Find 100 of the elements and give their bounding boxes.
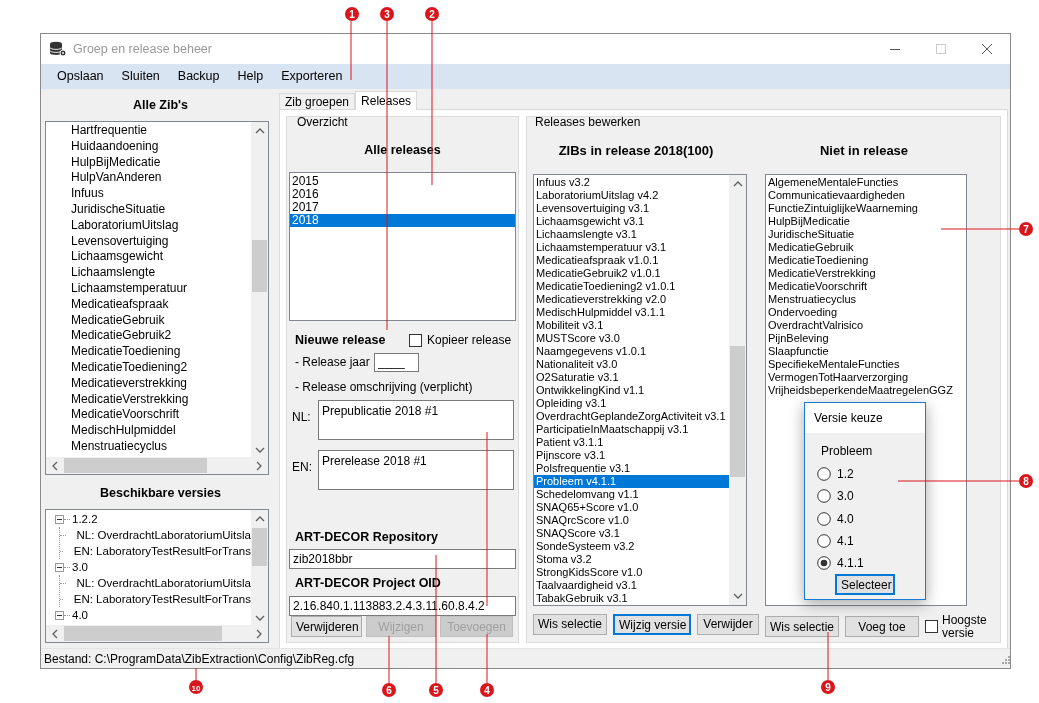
chevron-up-icon[interactable] <box>254 515 265 523</box>
list-item[interactable]: Medicatieverstrekking <box>46 375 251 392</box>
tree-node[interactable]: 4.0 <box>72 607 88 623</box>
list-item[interactable]: MedicatieToediening <box>766 253 966 267</box>
select-button[interactable]: Selecteer <box>835 574 895 595</box>
radio-label[interactable]: 4.1 <box>837 531 854 550</box>
button[interactable]: Verwijderen <box>291 616 362 637</box>
list-item[interactable]: 2017 <box>290 200 515 214</box>
list-item[interactable]: VrijheidsbeperkendeMaatregelenGGZ <box>766 383 966 397</box>
list-item[interactable]: Lichaamstemperatuur <box>46 280 251 297</box>
list-item[interactable]: MedicatieVoorschrift <box>766 279 966 293</box>
list-item[interactable]: VermogenTotHaarverzorging <box>766 370 966 384</box>
list-item[interactable]: Opleiding v3.1 <box>534 396 729 410</box>
list-item[interactable]: MedicatieToediening2 v1.0.1 <box>534 279 729 293</box>
scrollbar-thumb[interactable] <box>252 240 267 292</box>
list-item[interactable]: 2016 <box>290 187 515 201</box>
list-item[interactable]: Ondervoeding <box>766 305 966 319</box>
tree-node[interactable]: EN: LaboratoryTestResultForTrans <box>73 543 251 559</box>
list-item[interactable]: Mobiliteit v3.1 <box>534 318 729 332</box>
list-item[interactable]: Lichaamsgewicht <box>46 249 251 266</box>
vertical-scrollbar[interactable] <box>251 122 268 459</box>
list-item[interactable]: MedicatieVerstrekking <box>46 391 251 408</box>
menu-item[interactable]: Help <box>228 67 273 86</box>
chevron-left-icon[interactable] <box>51 628 59 639</box>
list-item[interactable]: MedicatieGebruik2 <box>46 328 251 345</box>
list-item[interactable]: LaboratoriumUitslag v4.2 <box>534 188 729 202</box>
list-item[interactable]: Huidaandoening <box>46 138 251 155</box>
collapse-icon[interactable] <box>55 514 64 524</box>
tab[interactable]: Releases <box>355 91 418 110</box>
radio-button[interactable] <box>817 533 831 548</box>
horizontal-scrollbar[interactable] <box>46 457 268 474</box>
list-item[interactable]: MedicatieGebruik <box>46 312 251 329</box>
checkbox-label[interactable]: Kopieer release <box>427 331 512 350</box>
list-item[interactable]: Pijnscore v3.1 <box>534 448 729 462</box>
list-item[interactable]: MUSTScore v3.0 <box>534 331 729 345</box>
zib-list[interactable] <box>45 121 269 475</box>
menu-item[interactable]: Backup <box>168 67 229 86</box>
checkbox[interactable] <box>925 620 938 633</box>
list-item[interactable]: JuridischeSituatie <box>766 227 966 241</box>
list-item[interactable]: SNAQrcScore v1.0 <box>534 513 729 527</box>
list-item[interactable]: HulpBijMedicatie <box>766 214 966 228</box>
list-item[interactable]: Polsfrequentie v3.1 <box>534 461 729 475</box>
horizontal-scrollbar[interactable] <box>46 625 268 642</box>
list-item[interactable]: OverdrachtValrisico <box>766 318 966 332</box>
tree-node[interactable]: 1.2.2 <box>72 511 98 527</box>
radio-button[interactable] <box>817 489 831 504</box>
list-item[interactable]: 2018 <box>290 213 515 227</box>
list-item[interactable]: Infuus <box>46 186 251 202</box>
chevron-right-icon[interactable] <box>255 460 263 471</box>
list-item[interactable]: Naamgegevens v1.0.1 <box>534 344 729 358</box>
version-tree[interactable]: 1.2.2 NL: OverdrachtLaboratoriumUitsla EN: LaboratoryTestResultForTrans 3.0 NL: OverdrachtLaboratoriumUitsla EN: LaboratoryTestResultForTrans 4.0 <box>45 509 269 643</box>
collapse-icon[interactable] <box>55 610 64 620</box>
list-item[interactable]: Communicatievaardigheden <box>766 188 966 202</box>
list-item[interactable]: Medicatieafspraak <box>46 296 251 313</box>
list-item[interactable]: MedicatieVerstrekking <box>766 266 966 280</box>
list-item[interactable]: OntwikkelingKind v1.1 <box>534 383 729 397</box>
resize-grip-icon[interactable] <box>1000 653 1010 664</box>
list-item[interactable]: O2Saturatie v3.1 <box>534 370 729 384</box>
scrollbar-thumb[interactable] <box>64 626 222 641</box>
chevron-up-icon[interactable] <box>254 127 265 135</box>
repository-field[interactable]: zib2018bbr <box>289 549 516 570</box>
list-item[interactable]: StrongKidsScore v1.0 <box>534 565 729 579</box>
list-item[interactable]: SpecifiekeMentaleFuncties <box>766 357 966 371</box>
scrollbar-thumb[interactable] <box>252 528 267 566</box>
list-item[interactable]: JuridischeSituatie <box>46 202 251 218</box>
zib-release-list[interactable] <box>533 173 747 606</box>
list-item[interactable]: Probleem v4.1.1 <box>534 474 729 488</box>
list-item[interactable]: Stoma v3.2 <box>534 552 729 566</box>
list-item[interactable]: 2015 <box>290 174 515 188</box>
menu-item[interactable]: Opslaan <box>48 67 113 86</box>
vertical-scrollbar[interactable] <box>251 510 268 627</box>
tab[interactable]: Zib groepen <box>279 93 356 109</box>
list-item[interactable]: MedischHulpmiddel <box>46 423 251 439</box>
list-item[interactable]: Levensovertuiging <box>46 233 251 250</box>
radio-label[interactable]: 3.0 <box>837 487 854 506</box>
list-item[interactable]: PijnBeleving <box>766 331 966 345</box>
list-item[interactable]: Medicatieafspraak v1.0.1 <box>534 253 729 267</box>
list-item[interactable]: Lichaamstemperatuur v3.1 <box>534 240 729 254</box>
radio-label[interactable]: 4.0 <box>837 509 854 528</box>
list-item[interactable]: Taalvaardigheid v3.1 <box>534 578 729 592</box>
chevron-right-icon[interactable] <box>255 628 263 639</box>
list-item[interactable]: Patient v3.1.1 <box>534 435 729 449</box>
list-item[interactable]: Lichaamslengte <box>46 265 251 281</box>
list-item[interactable]: Schedelomvang v1.1 <box>534 487 729 501</box>
list-item[interactable]: Levensovertuiging v3.1 <box>534 201 729 215</box>
radio-button[interactable] <box>817 511 831 526</box>
list-item[interactable]: Slaapfunctie <box>766 344 966 358</box>
radio-label[interactable]: 1.2 <box>837 465 854 484</box>
chevron-down-icon[interactable] <box>254 446 265 454</box>
scrollbar-thumb[interactable] <box>730 345 745 477</box>
list-item[interactable]: Medicatieverstrekking v2.0 <box>534 292 729 306</box>
english-description-field[interactable]: Prerelease 2018 #1 <box>318 449 514 490</box>
tree-node[interactable]: EN: LaboratoryTestResultForTrans <box>73 591 251 607</box>
tree-node[interactable]: NL: OverdrachtLaboratoriumUitsla <box>76 527 251 543</box>
list-item[interactable]: SNAQ65+Score v1.0 <box>534 500 729 514</box>
collapse-icon[interactable] <box>55 562 64 572</box>
list-item[interactable]: Infuus v3.2 <box>534 175 729 189</box>
list-item[interactable]: Menstruatiecyclus <box>766 292 966 306</box>
chevron-down-icon[interactable] <box>254 614 265 622</box>
list-item[interactable]: Nationaliteit v3.0 <box>534 357 729 371</box>
